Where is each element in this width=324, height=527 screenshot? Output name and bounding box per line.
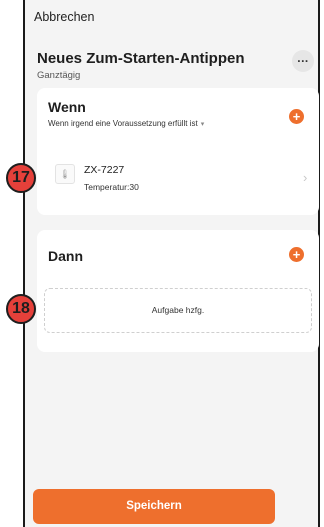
- save-button[interactable]: Speichern: [33, 489, 275, 524]
- callout-badge-17: 17: [6, 163, 36, 193]
- thermometer-icon: 🌡: [55, 164, 75, 184]
- when-title: Wenn: [48, 99, 86, 115]
- condition-item[interactable]: 🌡 ZX-7227 Temperatur:30 ›: [37, 148, 319, 198]
- add-task-button[interactable]: +: [289, 247, 304, 262]
- add-condition-button[interactable]: +: [289, 109, 304, 124]
- add-task-label: Aufgabe hzfg.: [151, 305, 205, 315]
- page-title: Neues Zum-Starten-Antippen: [37, 50, 245, 67]
- condition-device-name: ZX-7227: [84, 164, 125, 176]
- then-card: Dann + Aufgabe hzfg.: [37, 230, 319, 352]
- cancel-button[interactable]: Abbrechen: [34, 10, 94, 24]
- callout-badge-18: 18: [6, 294, 36, 324]
- condition-mode-selector[interactable]: Wenn irgend eine Voraussetzung erfüllt i…: [48, 119, 204, 128]
- phone-screen: Abbrechen Neues Zum-Starten-Antippen Gan…: [23, 0, 320, 527]
- condition-detail: Temperatur:30: [84, 182, 139, 192]
- chevron-right-icon: ›: [303, 170, 308, 185]
- when-card: Wenn Wenn irgend eine Voraussetzung erfü…: [37, 88, 319, 215]
- add-task-placeholder[interactable]: Aufgabe hzfg.: [44, 288, 312, 333]
- more-options-button[interactable]: ...: [292, 50, 314, 72]
- then-title: Dann: [48, 248, 83, 264]
- schedule-subtitle[interactable]: Ganztägig: [37, 70, 80, 81]
- condition-mode-label: Wenn irgend eine Voraussetzung erfüllt i…: [48, 119, 198, 128]
- caret-down-icon: ▾: [200, 121, 205, 128]
